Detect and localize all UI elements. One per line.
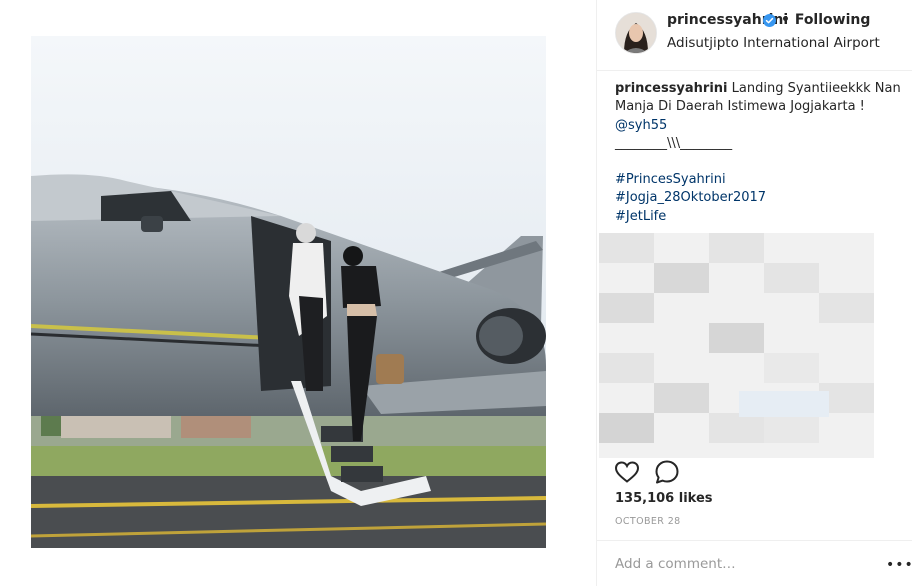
likes-count[interactable]: 135,106 likes xyxy=(615,491,713,506)
header-divider xyxy=(597,70,912,71)
panel-divider xyxy=(596,0,597,586)
hashtag-link[interactable]: #JetLife xyxy=(615,208,905,226)
caption-username[interactable]: princessyahrini xyxy=(615,81,728,96)
heart-icon[interactable] xyxy=(614,460,640,484)
more-options-icon[interactable]: ••• xyxy=(886,557,912,573)
caption-mention[interactable]: @syh55 xyxy=(615,117,905,135)
hashtag-link[interactable]: #Jogja_28Oktober2017 xyxy=(615,189,905,207)
jet-stairs-photo xyxy=(31,36,546,548)
post-header: princessyahrini • Following Adisutjipto … xyxy=(597,0,912,70)
comment-bubble-icon[interactable] xyxy=(654,459,680,485)
post-photo[interactable] xyxy=(31,36,546,548)
avatar-image xyxy=(616,13,656,53)
post-actions xyxy=(614,458,694,484)
comment-divider xyxy=(597,540,912,541)
caption-separator: ________\\\________ xyxy=(615,135,733,151)
post-date[interactable]: OCTOBER 28 xyxy=(615,516,681,527)
following-button[interactable]: • Following xyxy=(781,12,870,28)
pixelated-block xyxy=(599,233,911,458)
post-location[interactable]: Adisutjipto International Airport xyxy=(667,35,880,51)
post-caption: princessyahrini Landing Syantiieekkk Nan… xyxy=(615,80,905,226)
pixelated-comments-area xyxy=(599,233,911,458)
hashtag-link[interactable]: #PrincesSyahrini xyxy=(615,171,905,189)
add-comment-input[interactable]: Add a comment… xyxy=(615,556,736,572)
avatar[interactable] xyxy=(615,12,657,54)
verified-badge-icon xyxy=(763,14,776,27)
